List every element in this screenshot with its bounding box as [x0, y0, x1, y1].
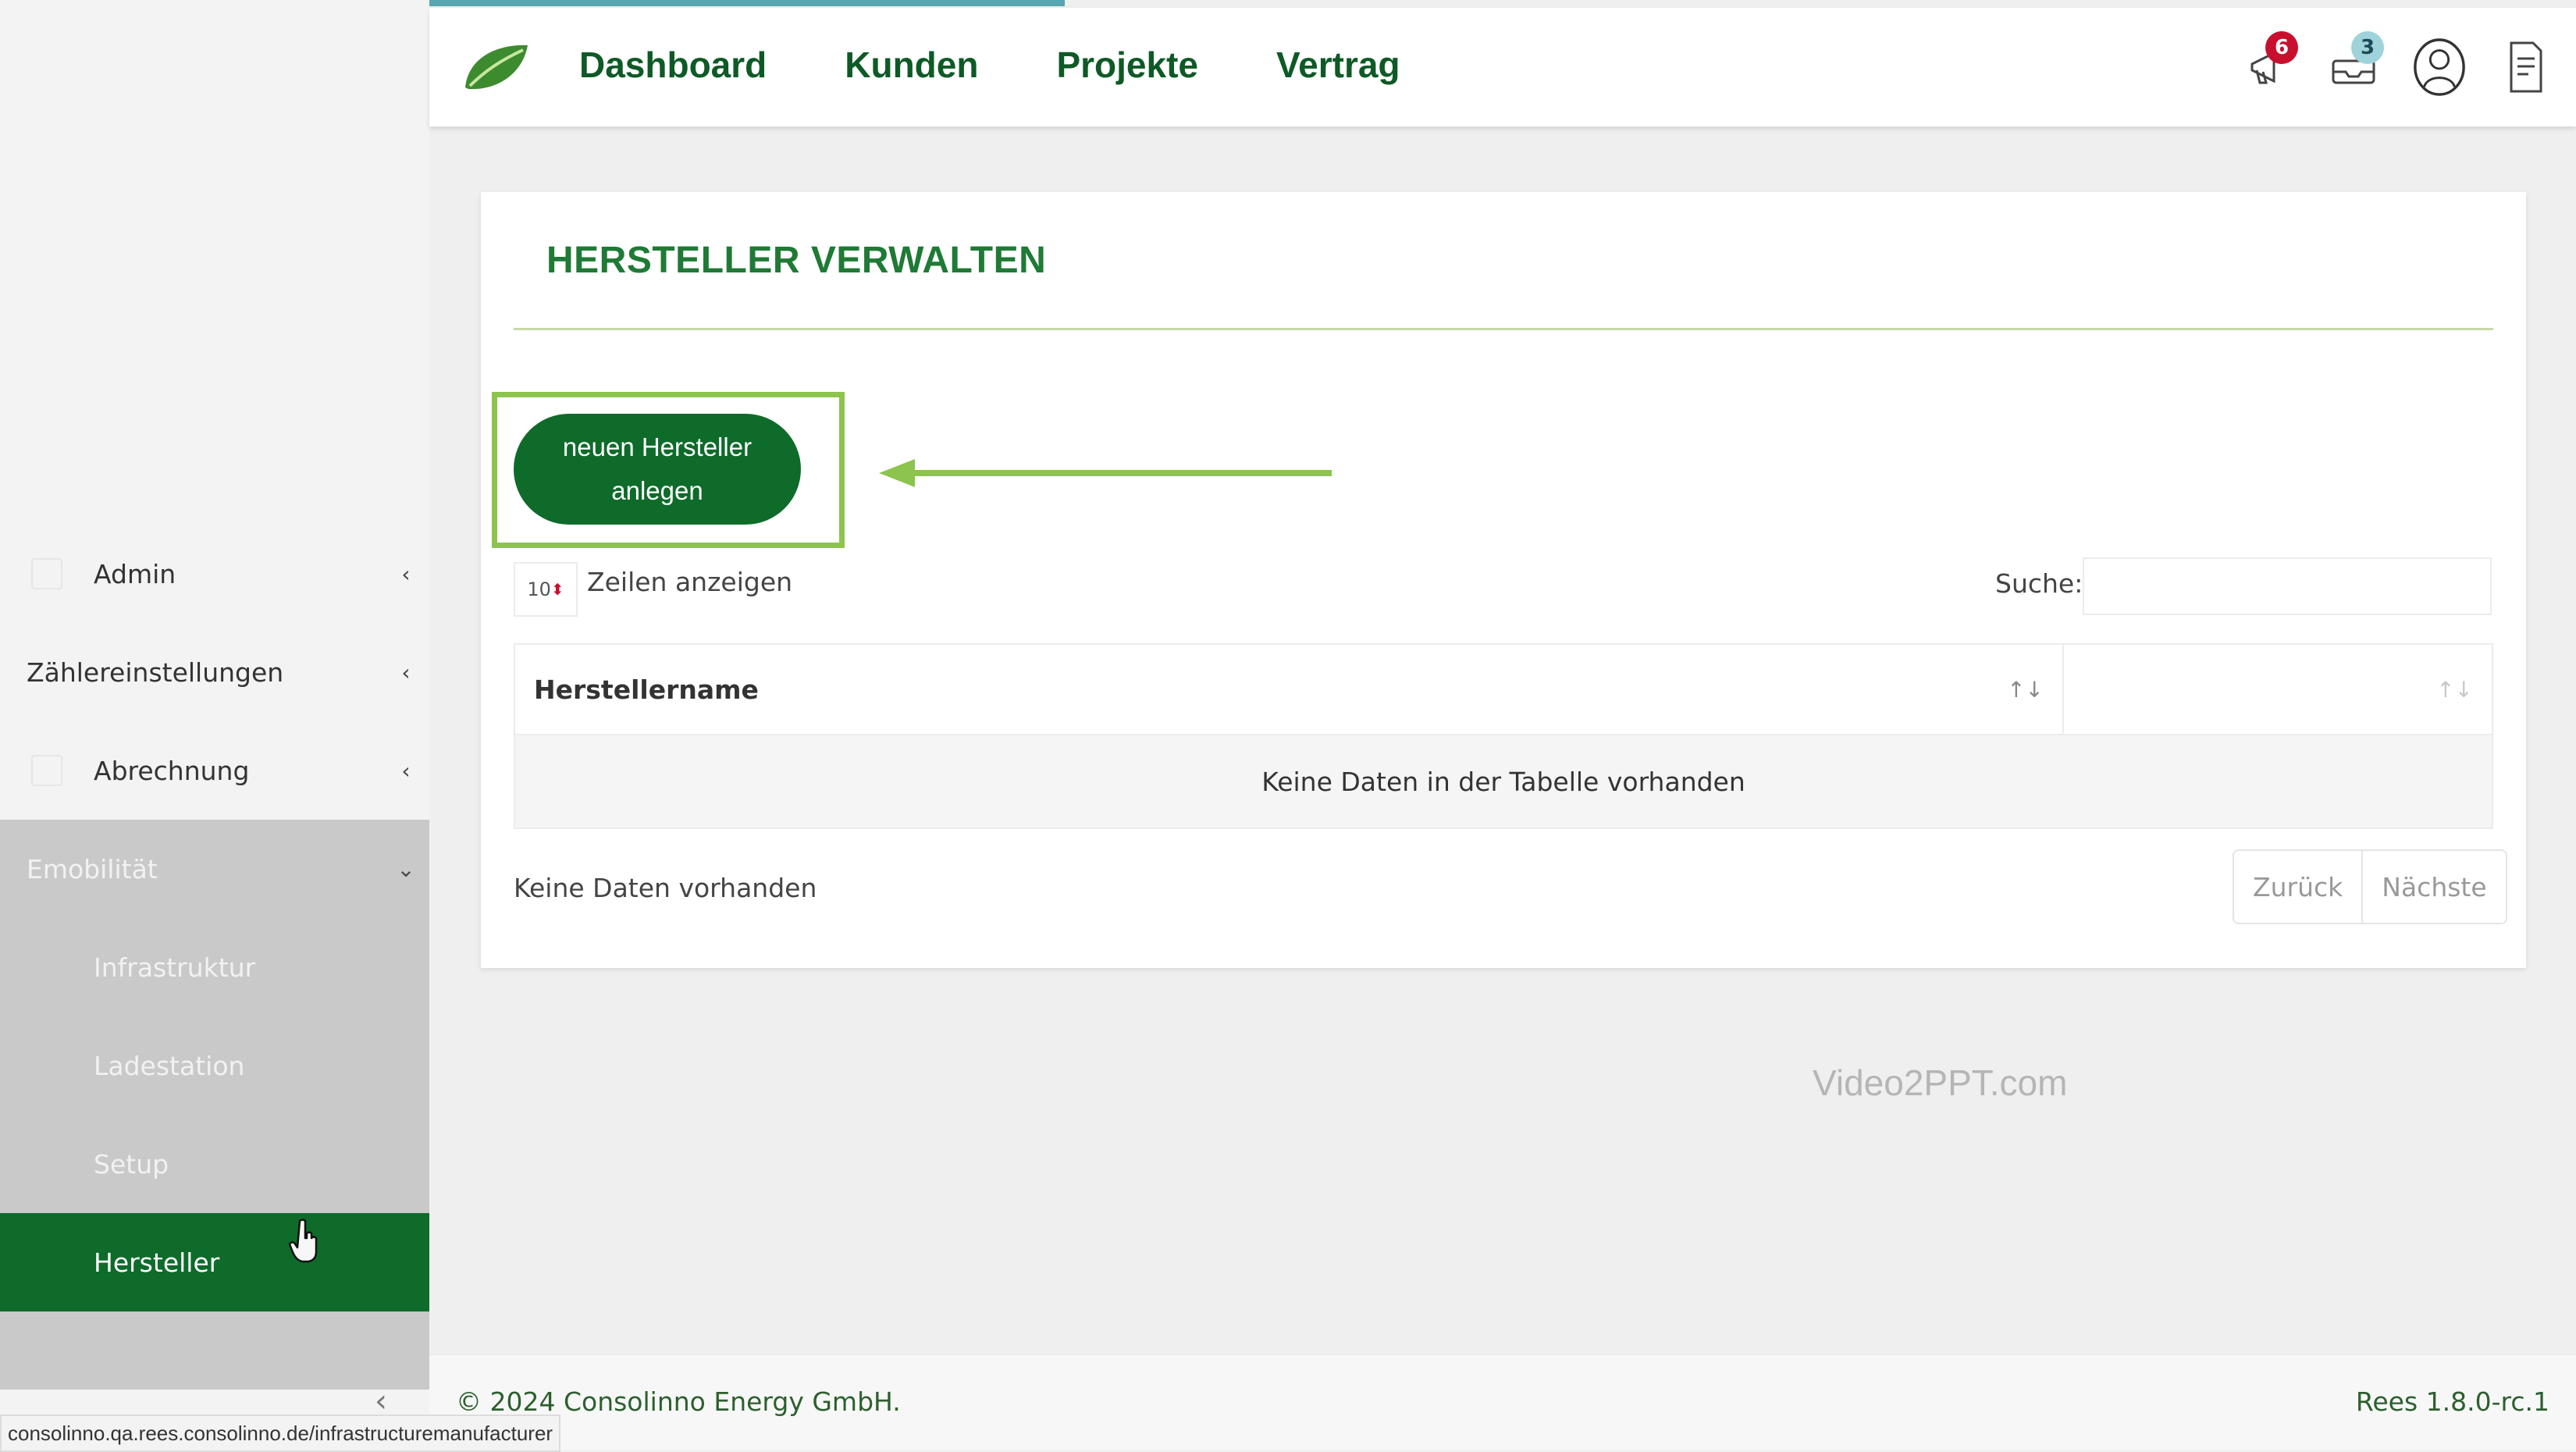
page-length-label: Zeilen anzeigen	[587, 567, 793, 597]
user-button[interactable]	[2412, 36, 2467, 98]
messages-button[interactable]: 3	[2326, 31, 2384, 98]
next-page-button[interactable]: Nächste	[2363, 851, 2506, 923]
sidebar-item-infrastruktur[interactable]: Infrastruktur	[0, 918, 429, 1016]
sidebar-item-label: Zählereinstellungen	[27, 657, 284, 688]
sidebar-item-label: Hersteller	[94, 1247, 220, 1278]
billing-icon	[31, 755, 62, 786]
column-header-label: Herstellername	[534, 674, 759, 705]
sort-icon: ↑↓	[2436, 676, 2473, 703]
main-nav: Dashboard Kunden Projekte Vertrag	[579, 44, 1400, 86]
sidebar-item-label: Setup	[94, 1148, 169, 1180]
document-icon	[2510, 41, 2542, 93]
notifications-button[interactable]: 6	[2240, 31, 2298, 98]
page-length-value: 10	[527, 578, 551, 600]
sidebar-item-label: Abrechnung	[94, 755, 250, 786]
sidebar-item-label: Infrastruktur	[94, 952, 256, 983]
sidebar-item-label: Ladestation	[94, 1050, 245, 1081]
sidebar-item-hersteller[interactable]: Hersteller	[0, 1213, 429, 1311]
button-label-line1: neuen Hersteller	[562, 432, 753, 461]
button-label: neuen Hersteller anlegen	[563, 425, 752, 513]
sidebar-item-abrechnung[interactable]: Abrechnung ‹	[0, 721, 429, 820]
nav-kunden[interactable]: Kunden	[845, 44, 978, 86]
sidebar-item-admin[interactable]: Admin ‹	[0, 525, 429, 623]
new-manufacturer-button[interactable]: neuen Hersteller anlegen	[514, 414, 801, 525]
search-input[interactable]	[2083, 557, 2492, 615]
column-header-herstellername[interactable]: Herstellername ↑↓	[515, 645, 2064, 734]
button-label-line2: anlegen	[611, 476, 703, 505]
title-divider	[514, 328, 2493, 330]
messages-count-badge: 3	[2351, 31, 2384, 64]
table-info: Keine Daten vorhanden	[514, 873, 817, 903]
watermark: Video2PPT.com	[1813, 1062, 2068, 1103]
nav-vertrag[interactable]: Vertrag	[1276, 44, 1400, 86]
sidebar-item-ladestation[interactable]: Ladestation	[0, 1016, 429, 1115]
manufacturer-card: HERSTELLER VERWALTEN neuen Hersteller an…	[481, 192, 2526, 968]
hand-cursor-icon	[289, 1219, 318, 1263]
nav-dashboard[interactable]: Dashboard	[579, 44, 767, 86]
sort-updown-icon: ⬍	[550, 580, 564, 599]
table-header: Herstellername ↑↓ ↑↓	[514, 643, 2493, 735]
column-header-actions[interactable]: ↑↓	[2064, 645, 2492, 734]
chevron-down-icon: ⌄	[397, 856, 415, 882]
chevron-left-icon: ‹	[401, 757, 411, 784]
top-icons: 6 3	[2240, 31, 2553, 98]
top-navigation-bar: Dashboard Kunden Projekte Vertrag 6 3	[429, 8, 2576, 126]
version-text: Rees 1.8.0-rc.1	[2355, 1386, 2549, 1417]
documents-button[interactable]	[2498, 36, 2553, 98]
sidebar-item-label: Emobilität	[27, 853, 158, 884]
leaf-logo-icon[interactable]	[461, 41, 531, 95]
sidebar-item-emobilitaet[interactable]: Emobilität ⌄	[0, 820, 429, 918]
admin-icon	[31, 558, 62, 589]
pagination: Zurück Nächste	[2233, 849, 2507, 924]
empty-table-message: Keine Daten in der Tabelle vorhanden	[514, 735, 2493, 829]
notifications-count-badge: 6	[2265, 31, 2298, 64]
footer: © 2024 Consolinno Energy GmbH. Rees 1.8.…	[429, 1354, 2576, 1450]
sidebar-item-setup[interactable]: Setup	[0, 1115, 429, 1213]
search-label: Suche:	[1995, 568, 2083, 599]
nav-projekte[interactable]: Projekte	[1056, 44, 1198, 86]
page-title: HERSTELLER VERWALTEN	[546, 240, 1047, 281]
user-icon	[2414, 38, 2465, 96]
chevron-left-icon: ‹	[401, 561, 411, 587]
copyright-text: © 2024 Consolinno Energy GmbH.	[456, 1386, 901, 1417]
sidebar-item-label: Admin	[94, 558, 176, 589]
sort-icon: ↑↓	[2007, 676, 2044, 703]
chevron-left-icon: ‹	[401, 659, 411, 685]
sidebar-item-zaehlereinstellungen[interactable]: Zählereinstellungen ‹	[0, 623, 429, 721]
page-length-select[interactable]: 10 ⬍	[514, 562, 578, 617]
annotation-arrow-icon	[879, 459, 1332, 487]
manufacturer-table: Herstellername ↑↓ ↑↓ Keine Daten in der …	[514, 643, 2493, 829]
previous-page-button[interactable]: Zurück	[2234, 851, 2364, 923]
status-bar-url: consolinno.qa.rees.consolinno.de/infrast…	[0, 1415, 561, 1452]
sidebar: Admin ‹ Zählereinstellungen ‹ Abrechnung…	[0, 0, 429, 1449]
